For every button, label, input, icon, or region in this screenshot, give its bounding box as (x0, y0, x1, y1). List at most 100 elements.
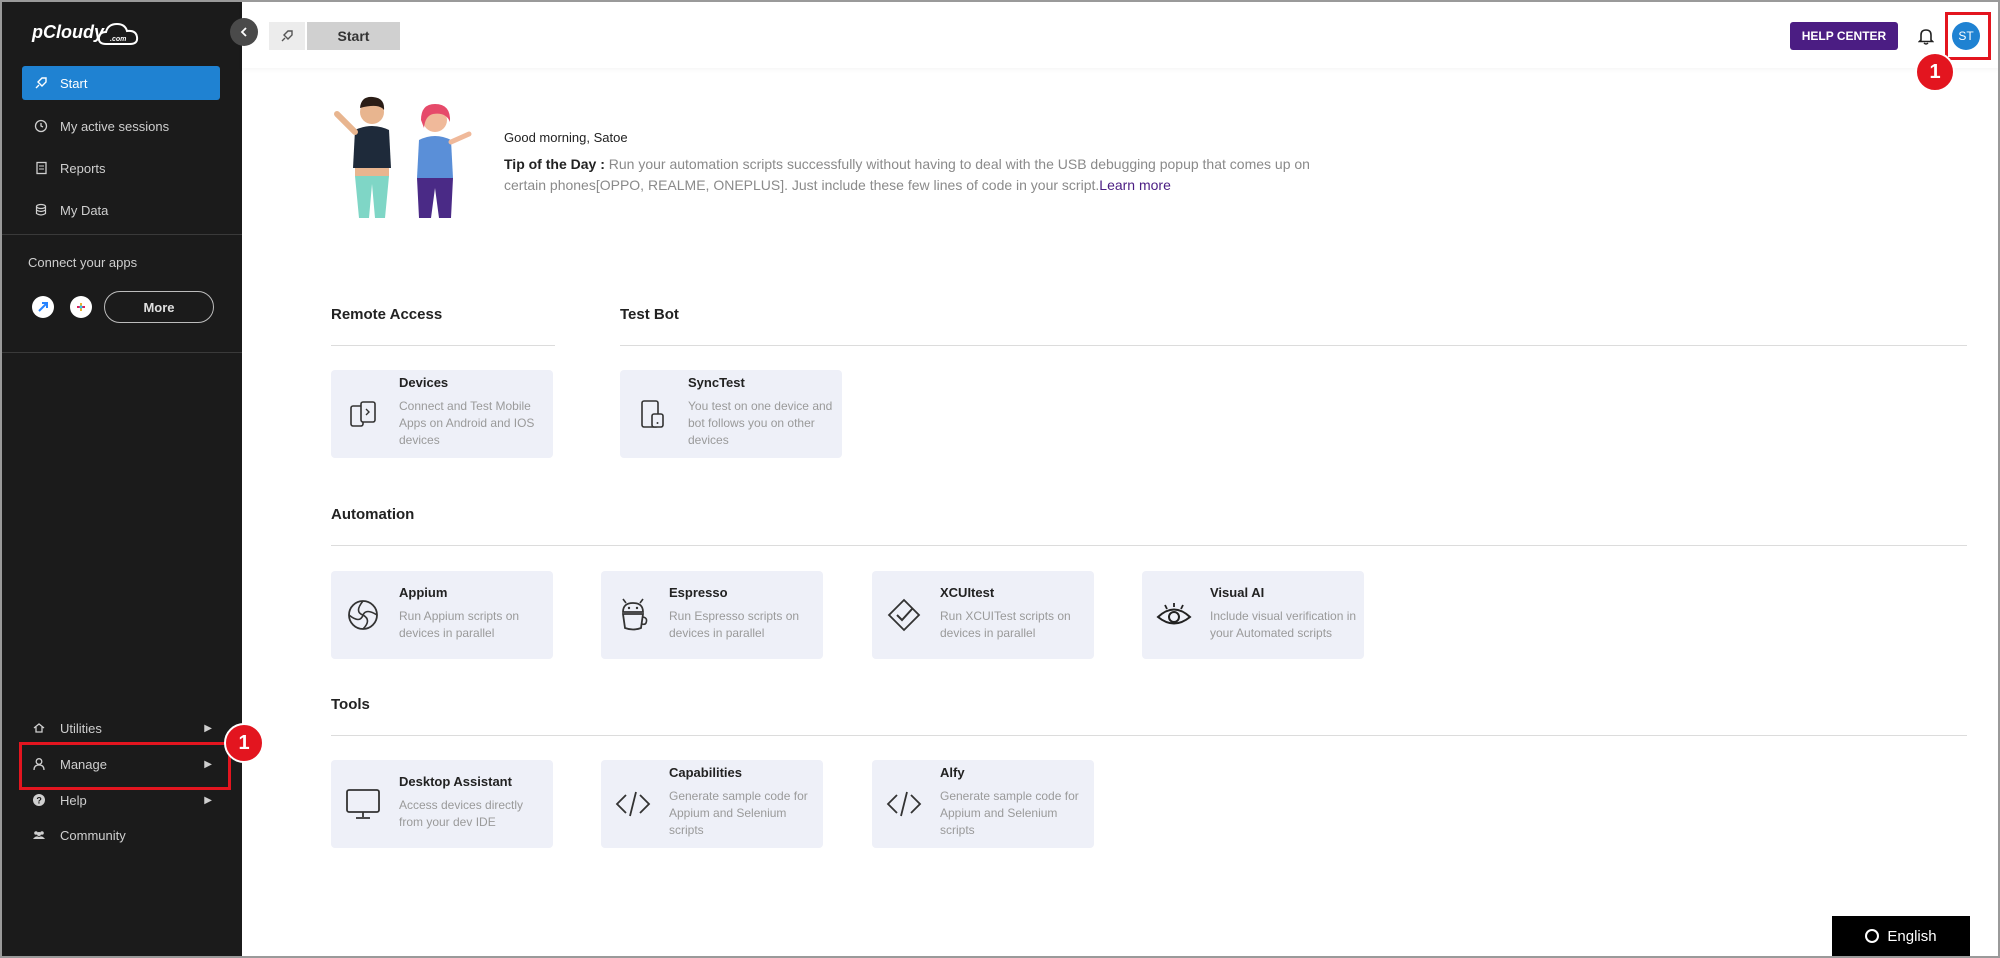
code-icon (886, 786, 922, 822)
sidebar-item-community[interactable]: Community (32, 823, 212, 847)
card-xcuitest[interactable]: XCUItest Run XCUITest scripts on devices… (872, 571, 1094, 659)
card-synctest[interactable]: SyncTest You test on one device and bot … (620, 370, 842, 458)
card-title: Appium (399, 585, 448, 600)
manage-highlight-box (19, 742, 231, 790)
help-icon: ? (32, 793, 46, 807)
eye-icon (1156, 597, 1192, 633)
card-capabilities[interactable]: Capabilities Generate sample code for Ap… (601, 760, 823, 848)
sidebar-item-label: Help (60, 792, 87, 808)
connect-apps-label: Connect your apps (28, 255, 138, 270)
chevron-left-icon (240, 27, 247, 37)
sidebar-item-label: My Data (60, 202, 109, 218)
utilities-icon (32, 721, 46, 735)
slack-app-icon[interactable] (70, 296, 92, 318)
tip-text: Run your automation scripts successfully… (504, 156, 1310, 193)
card-title: XCUItest (940, 585, 995, 600)
collapse-sidebar-button[interactable] (230, 18, 258, 46)
clock-icon (34, 119, 48, 133)
sidebar-item-label: Community (60, 827, 126, 843)
sidebar-item-label: Start (60, 75, 88, 91)
jira-app-icon[interactable] (32, 296, 54, 318)
svg-text:?: ? (36, 796, 42, 806)
learn-more-link[interactable]: Learn more (1099, 177, 1171, 193)
tip-label: Tip of the Day : (504, 156, 605, 172)
card-description: Generate sample code for Appium and Sele… (669, 789, 808, 837)
sidebar-item-reports[interactable]: Reports (22, 151, 220, 185)
avatar-highlight-box (1945, 12, 1991, 60)
card-desktop-assistant[interactable]: Desktop Assistant Access devices directl… (331, 760, 553, 848)
section-title-tools: Tools (331, 696, 370, 713)
sidebar-divider (2, 234, 242, 235)
notification-bell-icon[interactable] (1912, 22, 1940, 50)
tip-of-the-day: Tip of the Day : Run your automation scr… (504, 154, 1344, 196)
sidebar: pCloudy .com Start My active sessions Re… (2, 2, 242, 956)
more-apps-button[interactable]: More (104, 291, 214, 323)
step-badge: 1 (1915, 52, 1955, 92)
sidebar-item-label: My active sessions (60, 118, 170, 134)
card-description: Include visual verification in your Auto… (1210, 609, 1357, 640)
section-divider (331, 345, 555, 346)
language-button[interactable]: English (1832, 916, 1970, 956)
section-title-automation: Automation (331, 506, 415, 523)
card-title: Devices (399, 375, 449, 390)
community-icon (32, 828, 46, 842)
card-appium[interactable]: Appium Run Appium scripts on devices in … (331, 571, 553, 659)
card-description: Access devices directly from your dev ID… (399, 798, 524, 829)
rocket-tab-icon[interactable] (269, 22, 305, 50)
svg-text:.com: .com (110, 36, 126, 43)
card-description: Run XCUITest scripts on devices in paral… (940, 609, 1071, 640)
sidebar-item-utilities[interactable]: Utilities ▶ (32, 716, 212, 740)
section-divider (620, 345, 1967, 346)
top-bar: Start HELP CENTER ST (242, 2, 1998, 68)
pcloudy-logo[interactable]: pCloudy .com (32, 16, 140, 48)
section-title-test-bot: Test Bot (620, 306, 679, 323)
espresso-android-icon (615, 597, 651, 633)
sidebar-item-my-active-sessions[interactable]: My active sessions (22, 109, 220, 143)
card-title: Visual AI (1210, 585, 1265, 600)
section-divider (331, 545, 1967, 546)
card-title: Espresso (669, 585, 728, 600)
sidebar-divider (2, 352, 242, 353)
code-icon (615, 786, 651, 822)
report-icon (34, 161, 48, 175)
appium-icon (345, 597, 381, 633)
help-center-button[interactable]: HELP CENTER (1790, 22, 1898, 50)
devices-icon (345, 396, 381, 432)
monitor-icon (345, 786, 381, 822)
greeting-illustration (329, 94, 479, 222)
card-description: Run Espresso scripts on devices in paral… (669, 609, 800, 640)
card-description: Connect and Test Mobile Apps on Android … (399, 399, 535, 447)
sidebar-item-label: Reports (60, 160, 106, 176)
cloud-logo-icon: .com (96, 20, 140, 45)
rocket-icon (34, 76, 48, 90)
section-title-remote-access: Remote Access (331, 306, 443, 323)
card-title: Desktop Assistant (399, 774, 512, 789)
sidebar-item-help[interactable]: ? Help ▶ (32, 788, 212, 812)
xcuitest-icon (886, 597, 922, 633)
card-description: Generate sample code for Appium and Sele… (940, 789, 1079, 837)
sidebar-item-label: Utilities (60, 720, 102, 736)
section-divider (331, 735, 1967, 736)
card-espresso[interactable]: Espresso Run Espresso scripts on devices… (601, 571, 823, 659)
sidebar-item-start[interactable]: Start (22, 66, 220, 100)
card-title: Alfy (940, 765, 965, 780)
expand-arrow-icon: ▶ (204, 794, 212, 806)
card-devices[interactable]: Devices Connect and Test Mobile Apps on … (331, 370, 553, 458)
card-alfy[interactable]: Alfy Generate sample code for Appium and… (872, 760, 1094, 848)
card-visual-ai[interactable]: Visual AI Include visual verification in… (1142, 571, 1364, 659)
database-icon (34, 203, 48, 217)
card-title: Capabilities (669, 765, 742, 780)
card-title: SyncTest (688, 375, 745, 390)
sidebar-item-my-data[interactable]: My Data (22, 193, 220, 227)
app-window: pCloudy .com Start My active sessions Re… (0, 0, 2000, 958)
tab-start[interactable]: Start (307, 22, 400, 50)
logo-text: pCloudy (32, 21, 104, 42)
synctest-icon (634, 396, 670, 432)
step-badge: 1 (224, 723, 264, 763)
expand-arrow-icon: ▶ (204, 722, 212, 734)
globe-icon (1865, 929, 1880, 943)
card-description: You test on one device and bot follows y… (688, 399, 833, 447)
greeting-text: Good morning, Satoe (504, 130, 628, 145)
language-label: English (1887, 927, 1937, 945)
card-description: Run Appium scripts on devices in paralle… (399, 609, 520, 640)
